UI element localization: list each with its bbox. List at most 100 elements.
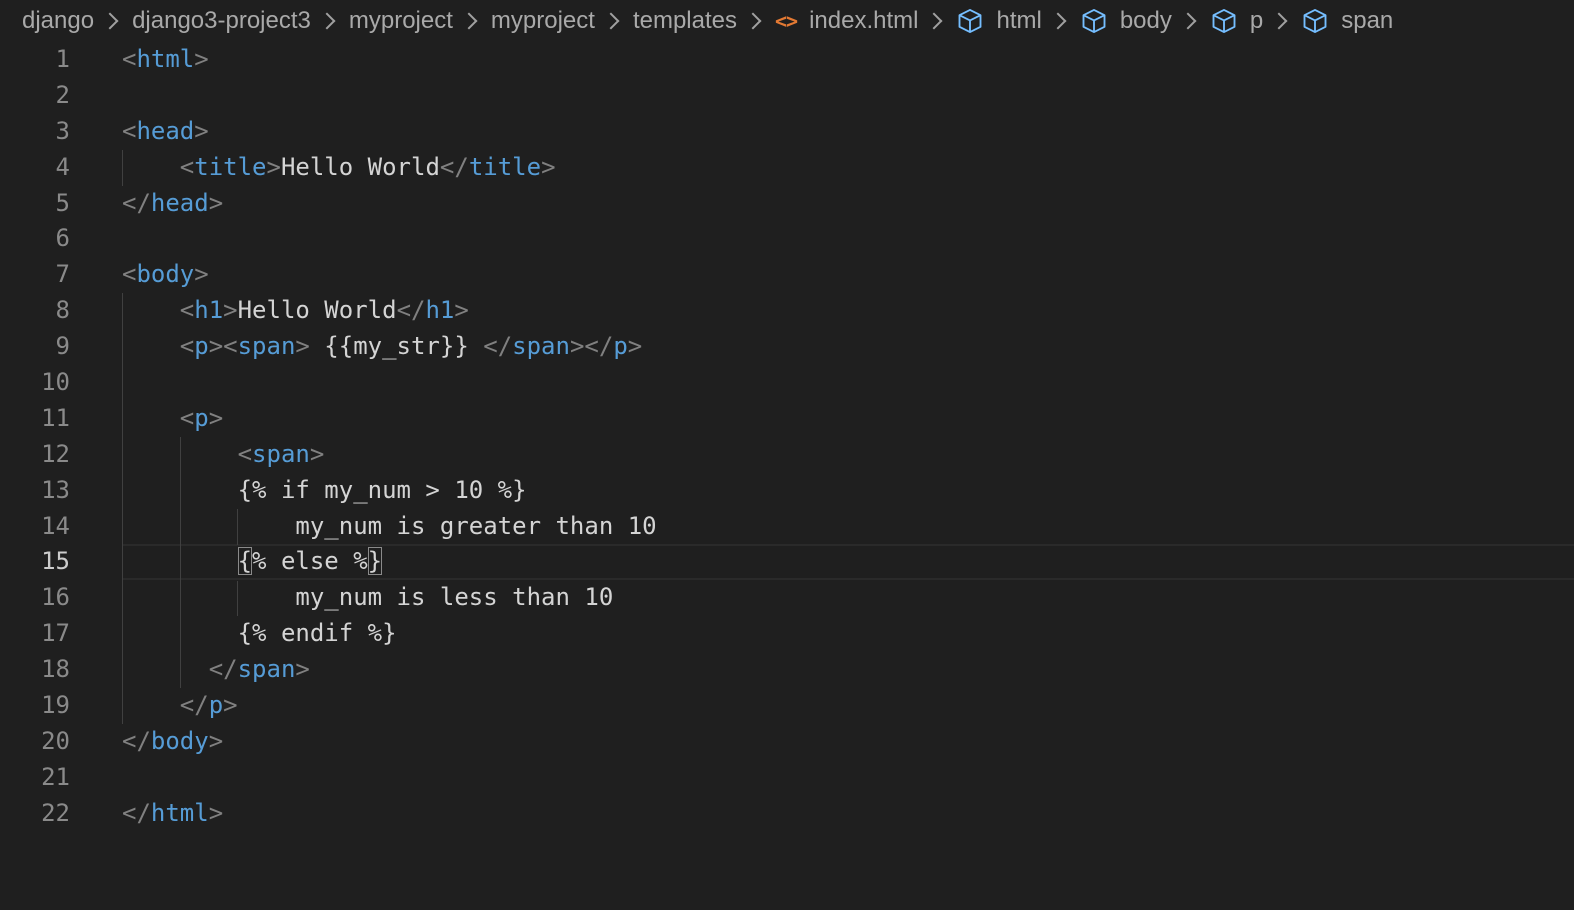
code-line[interactable]: 19 </p> [0, 688, 1574, 724]
line-number: 21 [41, 762, 70, 791]
line-text: <title>Hello World</title> [179, 152, 556, 181]
breadcrumb-item-myproject[interactable]: myproject [349, 7, 453, 35]
line-number: 4 [55, 152, 70, 181]
line-number: 3 [55, 116, 70, 145]
code-line[interactable]: 22 </html> [0, 796, 1574, 832]
code-line[interactable]: 20 </body> [0, 724, 1574, 760]
line-number: 2 [55, 80, 70, 109]
line-text: <p> [179, 403, 224, 432]
code-line[interactable]: 1 <html> [0, 42, 1574, 78]
line-number: 5 [55, 188, 70, 217]
code-line[interactable]: 13 {% if my_num > 10 %} [0, 473, 1574, 509]
breadcrumb-item-django[interactable]: django [22, 7, 94, 35]
code-line[interactable]: 15 {% else %} [0, 544, 1574, 581]
code-line[interactable]: 11 <p> [0, 401, 1574, 437]
code-line[interactable]: 5 </head> [0, 186, 1574, 222]
chevron-right-icon [460, 12, 478, 30]
code-line[interactable]: 6 [0, 221, 1574, 257]
code-line[interactable]: 2 [0, 78, 1574, 114]
indent-guide [122, 293, 123, 725]
breadcrumb-item-index-html[interactable]: <> index.html [775, 7, 918, 35]
code-line[interactable]: 21 [0, 760, 1574, 796]
line-number: 22 [41, 798, 70, 827]
line-text: <head> [122, 116, 209, 145]
chevron-right-icon [1179, 12, 1197, 30]
line-text: <body> [122, 260, 209, 289]
symbol-cube-icon [1301, 7, 1329, 35]
line-text: my_num is greater than 10 [122, 511, 657, 540]
line-number: 17 [41, 619, 70, 648]
line-number: 8 [55, 296, 70, 325]
code-line[interactable]: 3 <head> [0, 114, 1574, 150]
breadcrumb-item-span[interactable]: span [1301, 7, 1393, 35]
line-text: <h1>Hello World</h1> [179, 296, 469, 325]
chevron-right-icon [925, 12, 943, 30]
indent-guide [122, 149, 123, 186]
chevron-right-icon [1049, 12, 1067, 30]
line-text: {% else %} [237, 547, 383, 576]
line-number: 14 [41, 511, 70, 540]
code-line[interactable]: 8 <h1>Hello World</h1> [0, 293, 1574, 329]
breadcrumb-label: myproject [490, 7, 595, 34]
breadcrumb-label: body [1119, 7, 1172, 34]
indent-guide [237, 580, 238, 617]
chevron-right-icon [318, 12, 336, 30]
indent-guide [180, 436, 181, 689]
line-number: 11 [41, 403, 70, 432]
breadcrumb-label: django [22, 7, 95, 34]
code-line[interactable]: 17 {% endif %} [0, 616, 1574, 652]
code-line[interactable]: 7 <body> [0, 257, 1574, 293]
code-line[interactable]: 9 <p><span> {{my_str}} </span></p> [0, 329, 1574, 365]
breadcrumb-label: django3-project3 [132, 7, 311, 34]
breadcrumb: django django3-project3 myproject myproject… [22, 0, 1393, 42]
breadcrumb-item-templates[interactable]: templates [633, 7, 737, 35]
breadcrumb-label: myproject [348, 7, 453, 34]
breadcrumb-item-django3-project3[interactable]: django3-project3 [132, 7, 311, 35]
code-editor[interactable]: django django3-project3 myproject myproject… [0, 0, 1574, 910]
code-line[interactable]: 12 <span> [0, 437, 1574, 473]
symbol-cube-icon [1210, 7, 1238, 35]
line-number: 10 [41, 368, 70, 397]
line-number: 13 [41, 475, 70, 504]
code-line[interactable]: 10 [0, 365, 1574, 401]
line-text: <span> [237, 439, 325, 468]
breadcrumb-item-body[interactable]: body [1080, 7, 1172, 35]
line-number: 1 [55, 45, 70, 73]
breadcrumb-item-myproject[interactable]: myproject [491, 7, 595, 35]
line-number: 9 [55, 332, 70, 361]
breadcrumb-label: index.html [809, 7, 919, 34]
html-file-icon: <> [775, 9, 798, 33]
line-text: </head> [122, 188, 224, 217]
line-number: 18 [41, 655, 70, 684]
line-number: 7 [55, 260, 70, 289]
code-line[interactable]: 18 </span> [0, 652, 1574, 688]
breadcrumb-label: html [996, 7, 1042, 34]
line-text: <html> [122, 45, 209, 73]
line-text: {% if my_num > 10 %} [122, 475, 527, 504]
chevron-right-icon [101, 12, 119, 30]
chevron-right-icon [602, 12, 620, 30]
symbol-cube-icon [1080, 7, 1108, 35]
line-number: 6 [55, 224, 70, 253]
breadcrumb-item-html[interactable]: html [956, 7, 1042, 35]
line-number: 20 [41, 726, 70, 755]
line-number: 16 [41, 583, 70, 612]
breadcrumb-label: templates [632, 7, 737, 34]
line-text: my_num is less than 10 [122, 583, 614, 612]
chevron-right-icon [1270, 12, 1288, 30]
code-line[interactable]: 4 <title>Hello World</title> [0, 150, 1574, 186]
line-text: </p> [179, 691, 238, 720]
line-text: </html> [122, 798, 224, 827]
indent-guide [237, 508, 238, 545]
code-area[interactable]: 1 <html> 2 3 <head> 4 <title>Hello World</tit… [0, 42, 1574, 832]
breadcrumb-label: p [1249, 7, 1264, 34]
line-number: 15 [41, 547, 70, 576]
line-number: 19 [41, 691, 70, 720]
breadcrumb-item-p[interactable]: p [1210, 7, 1263, 35]
symbol-cube-icon [956, 7, 984, 35]
line-text: </span> [208, 655, 310, 684]
chevron-right-icon [744, 12, 762, 30]
breadcrumb-label: span [1341, 7, 1394, 34]
line-text: </body> [122, 726, 224, 755]
line-number: 12 [41, 439, 70, 468]
